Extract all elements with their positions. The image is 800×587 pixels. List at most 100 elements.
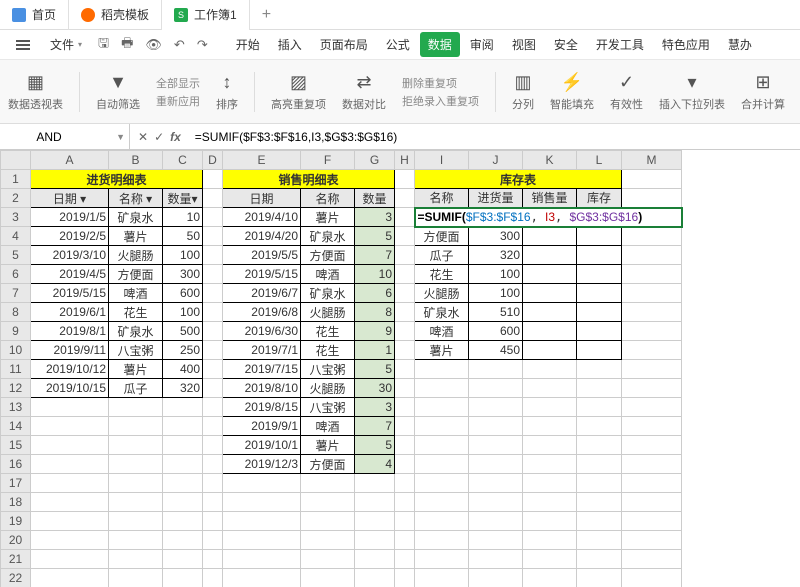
cell-K18[interactable] [523,493,577,512]
rtab-huiban[interactable]: 慧办 [720,32,760,57]
cell-H18[interactable] [395,493,415,512]
cell-D2[interactable] [203,189,223,208]
cell-C16[interactable] [163,455,203,474]
cell-K21[interactable] [523,550,577,569]
cell-M20[interactable] [622,531,682,550]
cell-L21[interactable] [577,550,622,569]
name-box[interactable]: ▼ [0,124,130,149]
cell-L19[interactable] [577,512,622,531]
cell-I18[interactable] [415,493,469,512]
row-header-16[interactable]: 16 [1,455,31,474]
cell-M19[interactable] [622,512,682,531]
redo-icon[interactable]: ↷ [193,35,212,55]
row-header-10[interactable]: 10 [1,341,31,360]
cell-B6[interactable]: 方便面 [109,265,163,284]
cell-I21[interactable] [415,550,469,569]
col-header-B[interactable]: B [109,151,163,170]
cell-F11[interactable]: 八宝粥 [301,360,355,379]
cell-M8[interactable] [622,303,682,322]
fx-icon[interactable]: fx [170,130,181,144]
cell-K19[interactable] [523,512,577,531]
cell-A14[interactable] [31,417,109,436]
cell-H3[interactable] [395,208,415,227]
row-header-4[interactable]: 4 [1,227,31,246]
cell-G13[interactable]: 3 [355,398,395,417]
cell-J8[interactable]: 510 [469,303,523,322]
cell-B11[interactable]: 薯片 [109,360,163,379]
cell-J21[interactable] [469,550,523,569]
cell-I13[interactable] [415,398,469,417]
cell-I3[interactable]: =SUMIF($F$3:$F$16, I3, $G$3:$G$16) [415,208,682,227]
cell-C20[interactable] [163,531,203,550]
cell-A9[interactable]: 2019/8/1 [31,322,109,341]
cell-I4[interactable]: 方便面 [415,227,469,246]
cell-H13[interactable] [395,398,415,417]
cell-E4[interactable]: 2019/4/20 [223,227,301,246]
cell-K5[interactable] [523,246,577,265]
cell-E5[interactable]: 2019/5/5 [223,246,301,265]
rtab-layout[interactable]: 页面布局 [312,32,376,57]
cell-C21[interactable] [163,550,203,569]
cell-F7[interactable]: 矿泉水 [301,284,355,303]
btn-dropdown[interactable]: ▾插入下拉列表 [659,72,725,112]
cell-M7[interactable] [622,284,682,303]
btn-validity[interactable]: ✓有效性 [610,72,643,112]
cell-J13[interactable] [469,398,523,417]
cell-C6[interactable]: 300 [163,265,203,284]
rtab-view[interactable]: 视图 [504,32,544,57]
file-menu[interactable]: 文件 ▾ [42,32,90,57]
cell-D20[interactable] [203,531,223,550]
cell-H20[interactable] [395,531,415,550]
cell-M4[interactable] [622,227,682,246]
cell-L8[interactable] [577,303,622,322]
cell-F8[interactable]: 火腿肠 [301,303,355,322]
cell-C7[interactable]: 600 [163,284,203,303]
cell-F17[interactable] [301,474,355,493]
cell-L10[interactable] [577,341,622,360]
cell-A19[interactable] [31,512,109,531]
cell-A20[interactable] [31,531,109,550]
cell-M1[interactable] [622,170,682,189]
col-header-I[interactable]: I [415,151,469,170]
cell-C8[interactable]: 100 [163,303,203,322]
cell-K12[interactable] [523,379,577,398]
cell-I5[interactable]: 瓜子 [415,246,469,265]
row-header-3[interactable]: 3 [1,208,31,227]
cell-A11[interactable]: 2019/10/12 [31,360,109,379]
cell-A17[interactable] [31,474,109,493]
cell-D19[interactable] [203,512,223,531]
cell-A12[interactable]: 2019/10/15 [31,379,109,398]
cell-G3[interactable]: 3 [355,208,395,227]
tab-workbook[interactable]: S 工作簿1 [162,0,250,30]
btn-reject-dup[interactable]: 拒绝录入重复项 [402,93,479,109]
cell-L16[interactable] [577,455,622,474]
cell-H2[interactable] [395,189,415,208]
cell-C10[interactable]: 250 [163,341,203,360]
cell-B9[interactable]: 矿泉水 [109,322,163,341]
cell-C4[interactable]: 50 [163,227,203,246]
cell-D9[interactable] [203,322,223,341]
cell-A15[interactable] [31,436,109,455]
cell-G9[interactable]: 9 [355,322,395,341]
cell-D17[interactable] [203,474,223,493]
cell-F16[interactable]: 方便面 [301,455,355,474]
cell-D5[interactable] [203,246,223,265]
cell-J22[interactable] [469,569,523,587]
col-header-E[interactable]: E [223,151,301,170]
col-header-L[interactable]: L [577,151,622,170]
cell-J18[interactable] [469,493,523,512]
cell-C2[interactable]: 数量▾ [163,189,203,208]
cell-G2[interactable]: 数量 [355,189,395,208]
cell-L7[interactable] [577,284,622,303]
cell-G19[interactable] [355,512,395,531]
cell-M14[interactable] [622,417,682,436]
cell-C5[interactable]: 100 [163,246,203,265]
cell-D15[interactable] [203,436,223,455]
row-header-20[interactable]: 20 [1,531,31,550]
cell-A6[interactable]: 2019/4/5 [31,265,109,284]
tab-home[interactable]: 首页 [0,0,69,30]
cell-F13[interactable]: 八宝粥 [301,398,355,417]
cell-F9[interactable]: 花生 [301,322,355,341]
cell-I1[interactable]: 库存表 [415,170,622,189]
cell-K2[interactable]: 销售量 [523,189,577,208]
